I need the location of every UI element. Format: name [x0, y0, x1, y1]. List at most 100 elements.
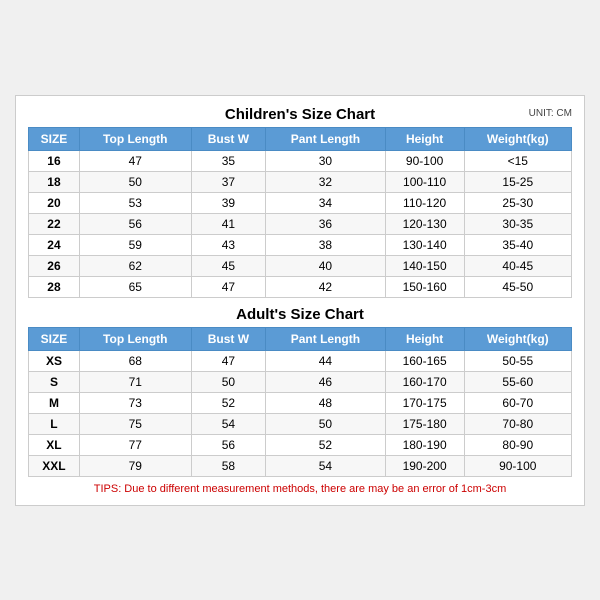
- table-cell: 65: [79, 276, 191, 297]
- table-cell: XL: [29, 434, 80, 455]
- table-cell: 26: [29, 255, 80, 276]
- table-cell: 40: [266, 255, 386, 276]
- table-cell: 41: [191, 213, 266, 234]
- table-cell: 59: [79, 234, 191, 255]
- table-cell: XXL: [29, 455, 80, 476]
- table-cell: 68: [79, 350, 191, 371]
- table-row: M735248170-17560-70: [29, 392, 572, 413]
- header-bust-w: Bust W: [191, 127, 266, 150]
- table-cell: 44: [266, 350, 386, 371]
- table-cell: 130-140: [385, 234, 464, 255]
- table-cell: 50-55: [464, 350, 571, 371]
- table-cell: 56: [191, 434, 266, 455]
- table-cell: 30-35: [464, 213, 571, 234]
- table-row: XXL795854190-20090-100: [29, 455, 572, 476]
- table-cell: 46: [266, 371, 386, 392]
- table-cell: 50: [266, 413, 386, 434]
- table-cell: 180-190: [385, 434, 464, 455]
- table-cell: S: [29, 371, 80, 392]
- table-row: 26624540140-15040-45: [29, 255, 572, 276]
- table-row: L755450175-18070-80: [29, 413, 572, 434]
- table-row: XS684744160-16550-55: [29, 350, 572, 371]
- table-row: 24594338130-14035-40: [29, 234, 572, 255]
- table-cell: 34: [266, 192, 386, 213]
- table-cell: 120-130: [385, 213, 464, 234]
- table-cell: 32: [266, 171, 386, 192]
- table-cell: 79: [79, 455, 191, 476]
- table-cell: 140-150: [385, 255, 464, 276]
- table-cell: 42: [266, 276, 386, 297]
- table-cell: 24: [29, 234, 80, 255]
- table-cell: 25-30: [464, 192, 571, 213]
- table-cell: 53: [79, 192, 191, 213]
- table-cell: 100-110: [385, 171, 464, 192]
- table-cell: 190-200: [385, 455, 464, 476]
- table-cell: 75: [79, 413, 191, 434]
- table-cell: 80-90: [464, 434, 571, 455]
- table-cell: 160-170: [385, 371, 464, 392]
- table-row: 28654742150-16045-50: [29, 276, 572, 297]
- children-title-row: Children's Size Chart UNIT: CM: [28, 106, 572, 123]
- table-cell: 150-160: [385, 276, 464, 297]
- tips-text: TIPS: Due to different measurement metho…: [94, 483, 506, 495]
- table-cell: 50: [191, 371, 266, 392]
- adult-header-row: SIZE Top Length Bust W Pant Length Heigh…: [29, 327, 572, 350]
- table-cell: 71: [79, 371, 191, 392]
- table-cell: 37: [191, 171, 266, 192]
- adult-header-pant-length: Pant Length: [266, 327, 386, 350]
- table-cell: 110-120: [385, 192, 464, 213]
- table-cell: 56: [79, 213, 191, 234]
- header-weight: Weight(kg): [464, 127, 571, 150]
- table-cell: L: [29, 413, 80, 434]
- adult-header-weight: Weight(kg): [464, 327, 571, 350]
- header-size: SIZE: [29, 127, 80, 150]
- table-cell: 38: [266, 234, 386, 255]
- table-cell: 160-165: [385, 350, 464, 371]
- table-cell: 70-80: [464, 413, 571, 434]
- adult-header-top-length: Top Length: [79, 327, 191, 350]
- header-pant-length: Pant Length: [266, 127, 386, 150]
- table-cell: 62: [79, 255, 191, 276]
- tips-row: TIPS: Due to different measurement metho…: [28, 483, 572, 495]
- adult-title-row: Adult's Size Chart: [28, 306, 572, 323]
- adult-header-bust-w: Bust W: [191, 327, 266, 350]
- table-cell: <15: [464, 150, 571, 171]
- table-cell: 47: [191, 276, 266, 297]
- table-cell: 52: [191, 392, 266, 413]
- table-cell: 73: [79, 392, 191, 413]
- adult-header-height: Height: [385, 327, 464, 350]
- table-cell: 170-175: [385, 392, 464, 413]
- table-row: 18503732100-11015-25: [29, 171, 572, 192]
- table-cell: 15-25: [464, 171, 571, 192]
- adult-section-title: Adult's Size Chart: [236, 306, 364, 323]
- table-cell: 35: [191, 150, 266, 171]
- table-row: S715046160-17055-60: [29, 371, 572, 392]
- table-cell: 58: [191, 455, 266, 476]
- adult-header-size: SIZE: [29, 327, 80, 350]
- table-cell: 39: [191, 192, 266, 213]
- table-cell: 20: [29, 192, 80, 213]
- table-cell: 35-40: [464, 234, 571, 255]
- table-cell: 47: [191, 350, 266, 371]
- table-row: 1647353090-100<15: [29, 150, 572, 171]
- table-cell: 22: [29, 213, 80, 234]
- table-cell: 18: [29, 171, 80, 192]
- table-cell: 40-45: [464, 255, 571, 276]
- table-cell: 52: [266, 434, 386, 455]
- table-cell: 36: [266, 213, 386, 234]
- table-cell: 16: [29, 150, 80, 171]
- table-cell: 45-50: [464, 276, 571, 297]
- children-section-title: Children's Size Chart: [225, 106, 375, 123]
- table-cell: 60-70: [464, 392, 571, 413]
- table-cell: 45: [191, 255, 266, 276]
- table-cell: XS: [29, 350, 80, 371]
- table-cell: 54: [191, 413, 266, 434]
- header-top-length: Top Length: [79, 127, 191, 150]
- adult-table: SIZE Top Length Bust W Pant Length Heigh…: [28, 327, 572, 477]
- table-cell: 54: [266, 455, 386, 476]
- table-cell: 175-180: [385, 413, 464, 434]
- table-cell: 43: [191, 234, 266, 255]
- table-cell: 30: [266, 150, 386, 171]
- table-row: 20533934110-12025-30: [29, 192, 572, 213]
- children-header-row: SIZE Top Length Bust W Pant Length Heigh…: [29, 127, 572, 150]
